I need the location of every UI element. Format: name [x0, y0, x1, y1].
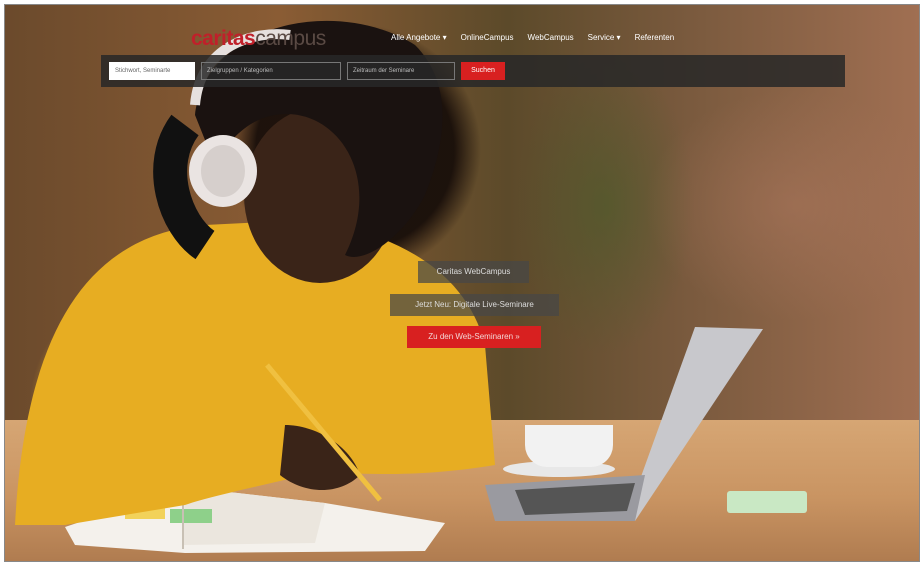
keyword-search-input[interactable]: Stichwort, Seminarte: [109, 62, 195, 80]
menu-item-onlinecampus[interactable]: OnlineCampus: [461, 33, 514, 42]
main-menu: Alle Angebote ▾ OnlineCampus WebCampus S…: [391, 33, 674, 42]
target-group-select[interactable]: Zielgruppen / Kategorien: [201, 62, 341, 80]
web-seminars-button[interactable]: Zu den Web-Seminaren »: [407, 326, 541, 348]
seminar-search-bar: Stichwort, Seminarte Zielgruppen / Kateg…: [101, 55, 845, 87]
search-button[interactable]: Suchen: [461, 62, 505, 80]
menu-item-service[interactable]: Service ▾: [588, 33, 621, 42]
browser-viewport: caritascampus Alle Angebote ▾ OnlineCamp…: [4, 4, 920, 562]
hero-background-photo: [5, 5, 919, 561]
hero-label-webcampus: Caritas WebCampus: [418, 261, 529, 283]
logo-caritas-text: caritas: [191, 27, 256, 50]
hero-label-new-live-seminars: Jetzt Neu: Digitale Live-Seminare: [390, 294, 559, 316]
menu-item-referenten[interactable]: Referenten: [635, 33, 675, 42]
menu-item-alle-angebote[interactable]: Alle Angebote ▾: [391, 33, 447, 42]
logo-campus-text: campus: [255, 27, 326, 50]
top-navigation: caritascampus Alle Angebote ▾ OnlineCamp…: [5, 15, 919, 51]
caritas-campus-logo[interactable]: caritascampus: [191, 27, 326, 51]
photo-person: [15, 20, 495, 525]
date-range-select[interactable]: Zeitraum der Seminare: [347, 62, 455, 80]
menu-item-webcampus[interactable]: WebCampus: [528, 33, 574, 42]
